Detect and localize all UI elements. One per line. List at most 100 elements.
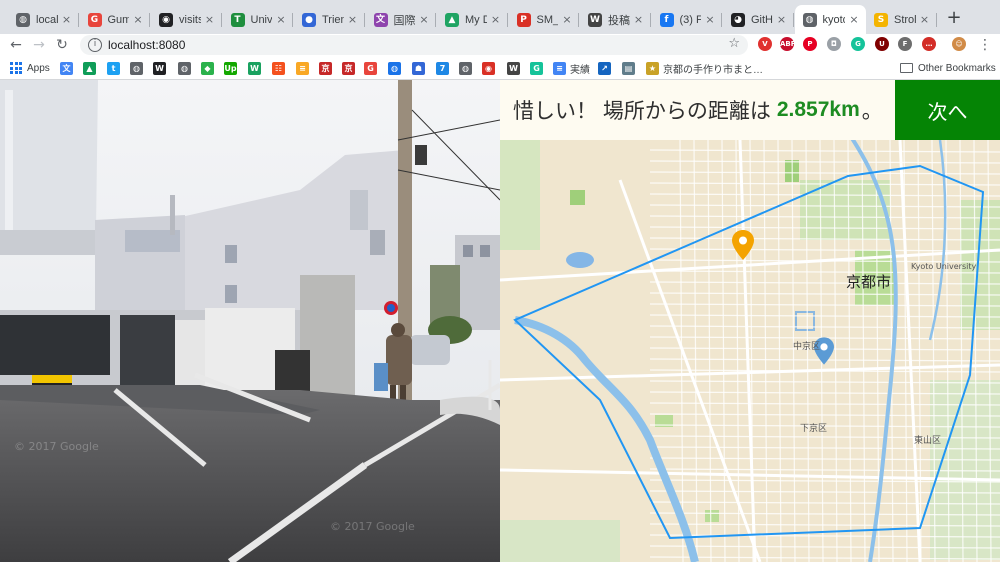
wordpress-icon[interactable]: W xyxy=(507,62,520,75)
result-map[interactable]: 京都市 Kyoto University 中京区 下京区 東山区 惜しい！ 場所… xyxy=(500,80,1000,562)
street-view-panorama[interactable]: © 2017 Google © 2017 Google xyxy=(0,80,500,562)
tab-title: SM_b xyxy=(536,13,559,26)
vivaldi-icon[interactable]: V xyxy=(758,37,772,51)
tab[interactable]: T Unive× xyxy=(223,5,293,34)
arrow-app-icon[interactable]: ↗ xyxy=(598,62,611,75)
tab-separator xyxy=(363,13,365,27)
back-button[interactable]: ← xyxy=(6,34,26,56)
globe-icon: ◍ xyxy=(802,12,817,27)
tab[interactable]: 文国際交× xyxy=(366,5,436,34)
close-tab-icon[interactable]: × xyxy=(490,13,502,26)
tab-title: My Dr xyxy=(465,13,487,26)
close-tab-icon[interactable]: × xyxy=(704,13,716,26)
grammarly-icon[interactable]: G xyxy=(851,37,865,51)
next-button[interactable]: 次へ xyxy=(895,80,1000,140)
github-icon: ◕ xyxy=(731,12,745,27)
globe-blue-icon[interactable]: ◍ xyxy=(388,62,401,75)
translate-icon[interactable]: 文 xyxy=(60,62,73,75)
grammarly-icon[interactable]: G xyxy=(530,62,543,75)
profile-avatar-icon[interactable]: ☺ xyxy=(952,37,966,51)
close-tab-icon[interactable]: × xyxy=(204,13,216,26)
address-bar[interactable]: i localhost:8080 ☆ xyxy=(80,35,748,55)
orange-app-icon[interactable]: ☷ xyxy=(272,62,285,75)
browser-toolbar: ← → ↻ i localhost:8080 ☆ V ABP P ◘ G U F … ☺ ⋮ xyxy=(0,34,1000,56)
bookmark-item[interactable]: ≡ 実績 xyxy=(553,60,590,76)
map-pin-icon[interactable]: ◉ xyxy=(482,62,495,75)
tab-separator xyxy=(435,13,436,27)
result-suffix: 。 xyxy=(861,100,883,123)
new-tab-button[interactable]: + xyxy=(944,9,964,29)
map-label-nakagyo: 中京区 xyxy=(793,342,821,352)
stripes-icon[interactable]: ≡ xyxy=(296,62,309,75)
bookmark-other-label: Other Bookmarks xyxy=(918,62,996,74)
pinterest-icon[interactable]: P xyxy=(803,37,817,51)
wikipedia-icon[interactable]: W xyxy=(153,62,166,75)
tab[interactable]: ▲ My Dr× xyxy=(437,5,508,34)
forward-button[interactable]: → xyxy=(29,34,49,56)
tab[interactable]: ◉ visits× xyxy=(151,5,222,34)
globe-icon[interactable]: ◍ xyxy=(459,62,472,75)
url-text[interactable]: localhost:8080 xyxy=(108,38,185,52)
upwork-icon[interactable]: Up xyxy=(224,62,237,75)
tab[interactable]: ◍ localh× xyxy=(8,5,79,34)
chat-bubble-icon: ◉ xyxy=(159,12,173,27)
close-tab-icon[interactable]: × xyxy=(919,13,931,26)
facebook-icon: f xyxy=(659,12,674,27)
tab-title: Trienn xyxy=(322,13,344,26)
tab-title: localh xyxy=(36,13,58,26)
tab-title: 国際交 xyxy=(393,14,416,27)
book-icon[interactable]: ▤ xyxy=(622,62,635,75)
tab-title: Unive xyxy=(250,13,273,26)
close-tab-icon[interactable]: × xyxy=(275,13,287,26)
browser-menu-icon[interactable]: ⋮ xyxy=(978,34,992,56)
close-tab-icon[interactable]: × xyxy=(418,13,430,26)
tab[interactable]: ◕ GitHu× xyxy=(723,5,794,34)
abp-icon[interactable]: ABP xyxy=(780,37,796,51)
close-tab-icon[interactable]: × xyxy=(561,13,573,26)
reload-button[interactable]: ↻ xyxy=(52,34,72,56)
tab-title: Gumr xyxy=(107,13,130,26)
close-tab-icon[interactable]: × xyxy=(633,13,645,26)
bookmark-item[interactable]: ★ 京都の手作り市まと… xyxy=(646,60,763,76)
tab[interactable]: ◍ kyoto× xyxy=(794,5,866,34)
close-tab-icon[interactable]: × xyxy=(848,13,860,26)
close-tab-icon[interactable]: × xyxy=(776,13,788,26)
close-tab-icon[interactable]: × xyxy=(347,13,359,26)
tab-title: 投稿の xyxy=(608,14,630,27)
bookmark-other-folder[interactable]: Other Bookmarks xyxy=(900,60,996,76)
tab[interactable]: f (3) Fa× xyxy=(652,5,722,34)
w-icon[interactable]: W xyxy=(248,62,261,75)
lastpass-icon[interactable]: … xyxy=(922,37,936,51)
bookmark-apps[interactable]: Apps xyxy=(10,60,50,76)
tab[interactable]: W 投稿の× xyxy=(580,5,651,34)
globe-icon[interactable]: ◍ xyxy=(178,62,191,75)
seven-icon[interactable]: 7 xyxy=(436,62,449,75)
close-tab-icon[interactable]: × xyxy=(61,13,73,26)
ublock-icon[interactable]: U xyxy=(875,37,889,51)
tab[interactable]: ● Trienn× xyxy=(294,5,365,34)
bookmarks-bar: Apps Other Bookmarks 文 ▲ t ◍ W ◍ ◆ Up W ☷ ≡ 京京 G ◍ ☗ 7 ◍… xyxy=(0,56,1000,80)
tab-separator xyxy=(792,13,794,27)
drive-icon[interactable]: ▲ xyxy=(83,62,96,75)
actual-location-pin-icon[interactable] xyxy=(732,230,754,260)
stroly-icon: S xyxy=(874,12,888,27)
globe-icon[interactable]: ◍ xyxy=(130,62,143,75)
apps-grid-icon xyxy=(10,62,22,74)
camera-icon[interactable]: ◘ xyxy=(827,37,841,51)
info-icon[interactable]: i xyxy=(88,38,102,52)
tab[interactable]: S Stroly× xyxy=(866,5,937,34)
tab-separator xyxy=(149,13,150,27)
close-tab-icon[interactable]: × xyxy=(132,13,144,26)
feedly-icon[interactable]: ◆ xyxy=(201,62,214,75)
twitter-icon[interactable]: t xyxy=(107,62,120,75)
bookmark-star-icon[interactable]: ☆ xyxy=(728,36,740,51)
person-icon[interactable]: ☗ xyxy=(412,62,425,75)
kyoto-u-icon[interactable]: 京 xyxy=(342,62,355,75)
tab[interactable]: P SM_b× xyxy=(509,5,579,34)
framer-icon[interactable]: F xyxy=(898,37,912,51)
result-message: 惜しい！ 場所からの距離は xyxy=(513,100,771,123)
kyoto-u-icon[interactable]: 京 xyxy=(319,62,332,75)
gumroad-icon[interactable]: G xyxy=(364,62,377,75)
tab[interactable]: G Gumr× xyxy=(80,5,150,34)
tab-separator xyxy=(935,13,937,27)
